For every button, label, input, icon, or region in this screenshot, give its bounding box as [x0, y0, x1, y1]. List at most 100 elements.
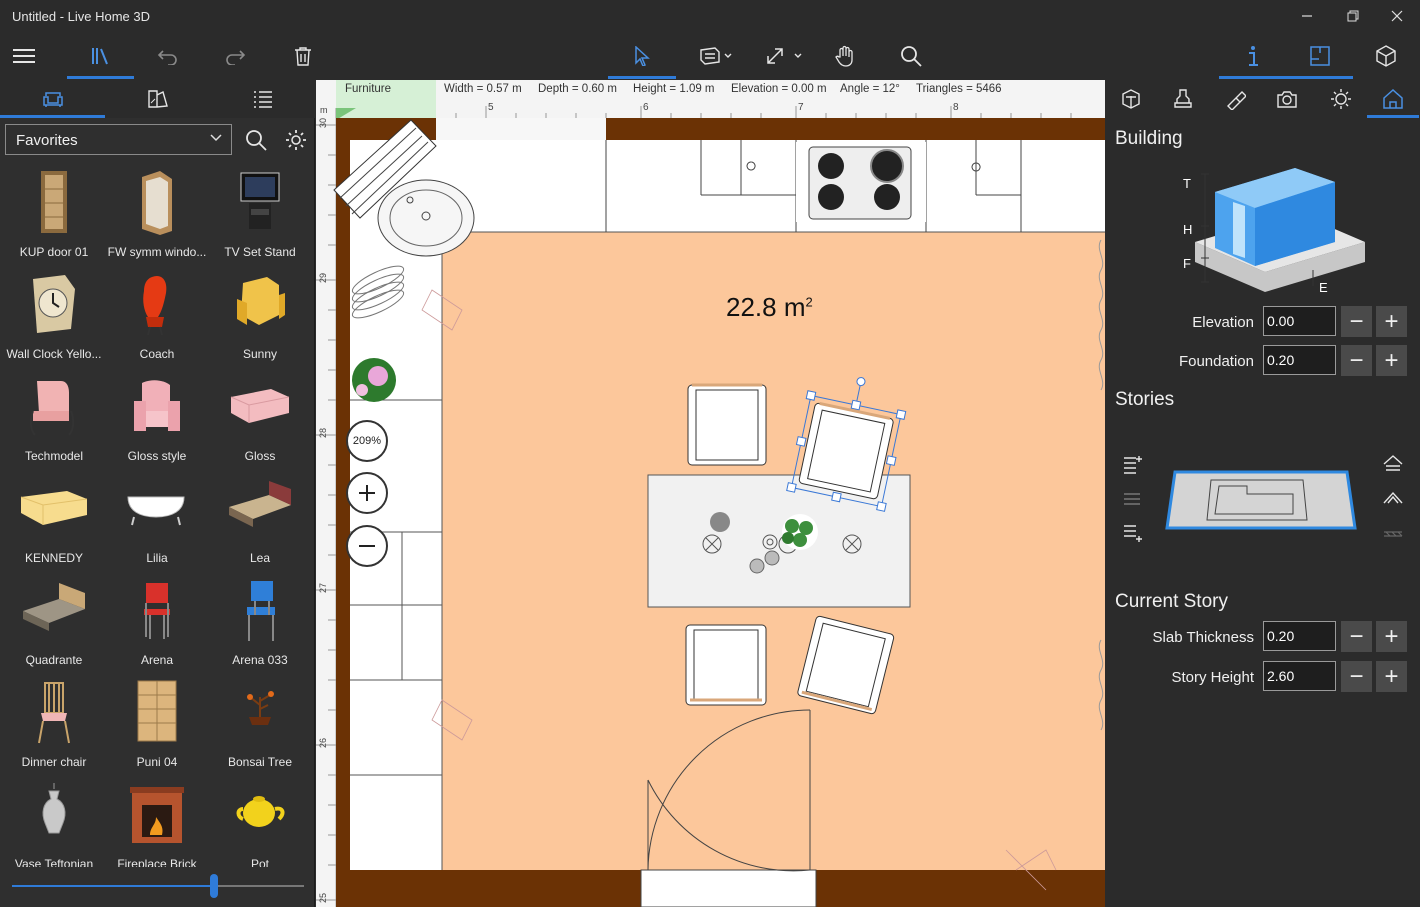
- tab-materials[interactable]: [105, 80, 210, 118]
- cursor-icon: [635, 46, 650, 66]
- foundation-input[interactable]: 0.20: [1263, 345, 1336, 375]
- story-height-input[interactable]: 2.60: [1263, 661, 1336, 691]
- library-item[interactable]: Vase Teftonian: [2, 775, 106, 867]
- story-height-decrement-button[interactable]: −: [1341, 661, 1372, 692]
- menu-button[interactable]: [0, 32, 48, 80]
- floor-plan-canvas[interactable]: Furniture Width = 0.57 m Depth = 0.60 m …: [316, 80, 1105, 907]
- ruler-top-label: 7: [798, 102, 804, 113]
- library-item[interactable]: Arena: [105, 571, 209, 673]
- ruler-left-label: 30: [318, 117, 329, 129]
- ruler-left-label: 29: [318, 272, 329, 284]
- tab-furniture[interactable]: [0, 80, 105, 118]
- ruler-left-label: 26: [318, 737, 329, 749]
- stories-icon: [1124, 493, 1140, 505]
- diagram-label-t: T: [1183, 176, 1191, 191]
- fireplace-thumbnail: [130, 787, 184, 843]
- elevation-input[interactable]: 0.00: [1263, 306, 1336, 336]
- basement-button[interactable]: [1381, 522, 1405, 546]
- inspector-button[interactable]: [1219, 32, 1287, 80]
- library-item[interactable]: Wall Clock Yello...: [2, 265, 106, 367]
- building-diagram: T H F E: [1183, 168, 1365, 295]
- library-item[interactable]: Techmodel: [2, 367, 106, 469]
- delete-button[interactable]: [280, 32, 326, 80]
- bed-quadrante-thumbnail: [23, 583, 85, 631]
- select-tool-button[interactable]: [608, 32, 676, 80]
- library-item[interactable]: Sunny: [208, 265, 312, 367]
- house-icon: [1383, 88, 1403, 109]
- slab-thickness-input[interactable]: 0.20: [1263, 621, 1336, 651]
- add-story-below-button[interactable]: [1120, 522, 1144, 546]
- library-item[interactable]: KUP door 01: [2, 163, 106, 265]
- library-item[interactable]: Gloss: [208, 367, 312, 469]
- library-item[interactable]: Dinner chair: [2, 673, 106, 775]
- library-item[interactable]: Lea: [208, 469, 312, 571]
- ruler-top-label: 5: [488, 102, 494, 113]
- pink-armchair-thumbnail: [134, 380, 180, 431]
- attic-icon: [1383, 491, 1403, 504]
- elevation-decrement-button[interactable]: −: [1341, 306, 1372, 337]
- library-settings-button[interactable]: [280, 124, 312, 155]
- tab-object-properties[interactable]: [1105, 80, 1157, 118]
- library-item[interactable]: KENNEDY: [2, 469, 106, 571]
- library-item[interactable]: Arena 033: [208, 571, 312, 673]
- foundation-increment-button[interactable]: +: [1376, 345, 1407, 376]
- slider-thumb[interactable]: [210, 874, 218, 898]
- library-item[interactable]: TV Set Stand: [208, 163, 312, 265]
- close-icon: [1391, 10, 1403, 22]
- wall-tool-button[interactable]: [690, 32, 742, 80]
- zoom-out-button[interactable]: [346, 525, 388, 567]
- tab-materials[interactable]: [1209, 80, 1261, 118]
- zoom-level-indicator[interactable]: 209%: [346, 420, 388, 462]
- category-dropdown[interactable]: Favorites: [5, 124, 232, 155]
- measure-tool-button[interactable]: [760, 32, 810, 80]
- zoom-in-button[interactable]: [346, 472, 388, 514]
- library-item[interactable]: Puni 04: [105, 673, 209, 775]
- library-item[interactable]: Lilia: [105, 469, 209, 571]
- library-item[interactable]: Quadrante: [2, 571, 106, 673]
- elevation-increment-button[interactable]: +: [1376, 306, 1407, 337]
- wooden-chair-thumbnail: [38, 682, 70, 744]
- category-dropdown-value: Favorites: [16, 132, 78, 149]
- zoom-tool-button[interactable]: [888, 32, 934, 80]
- close-button[interactable]: [1374, 0, 1420, 32]
- roof-button[interactable]: [1381, 452, 1405, 476]
- story-height-increment-button[interactable]: +: [1376, 661, 1407, 692]
- restore-button[interactable]: [1330, 0, 1376, 32]
- pan-tool-button[interactable]: [822, 32, 868, 80]
- foundation-decrement-button[interactable]: −: [1341, 345, 1372, 376]
- undo-button[interactable]: [145, 32, 191, 80]
- tab-lighting[interactable]: [1315, 80, 1367, 118]
- story-level-button[interactable]: [1120, 487, 1144, 511]
- minimize-button[interactable]: [1284, 0, 1330, 32]
- story-preview[interactable]: [1163, 468, 1359, 534]
- tab-structure[interactable]: [1157, 80, 1209, 118]
- attic-button[interactable]: [1381, 487, 1405, 511]
- tab-project-list[interactable]: [210, 80, 315, 118]
- thumbnail-size-slider[interactable]: [12, 874, 304, 898]
- bathtub-thumbnail: [127, 496, 185, 526]
- library-button[interactable]: [67, 32, 134, 80]
- library-item[interactable]: Gloss style: [105, 367, 209, 469]
- basement-icon: [1384, 531, 1403, 537]
- tab-building[interactable]: [1367, 80, 1419, 118]
- gear-icon: [286, 129, 306, 150]
- camera-icon: [1277, 91, 1297, 108]
- cube-icon: [1376, 45, 1396, 67]
- floor-plan-drawing: [316, 80, 1105, 907]
- library-item[interactable]: Fireplace Brick: [105, 775, 209, 867]
- slab-thickness-decrement-button[interactable]: −: [1341, 621, 1372, 652]
- add-story-above-button[interactable]: [1120, 452, 1144, 476]
- 3d-view-button[interactable]: [1363, 32, 1409, 80]
- library-search-button[interactable]: [240, 124, 272, 155]
- library-item[interactable]: FW symm windo...: [105, 163, 209, 265]
- vase-thumbnail: [42, 783, 66, 834]
- slab-thickness-increment-button[interactable]: +: [1376, 621, 1407, 652]
- 2d-view-button[interactable]: [1287, 32, 1353, 80]
- library-item[interactable]: Pot: [208, 775, 312, 867]
- library-item[interactable]: Coach: [105, 265, 209, 367]
- chevron-down-icon: [210, 134, 222, 142]
- library-item[interactable]: Bonsai Tree: [208, 673, 312, 775]
- tab-camera[interactable]: [1261, 80, 1313, 118]
- redo-button[interactable]: [212, 32, 258, 80]
- yellow-armchair-thumbnail: [237, 277, 285, 325]
